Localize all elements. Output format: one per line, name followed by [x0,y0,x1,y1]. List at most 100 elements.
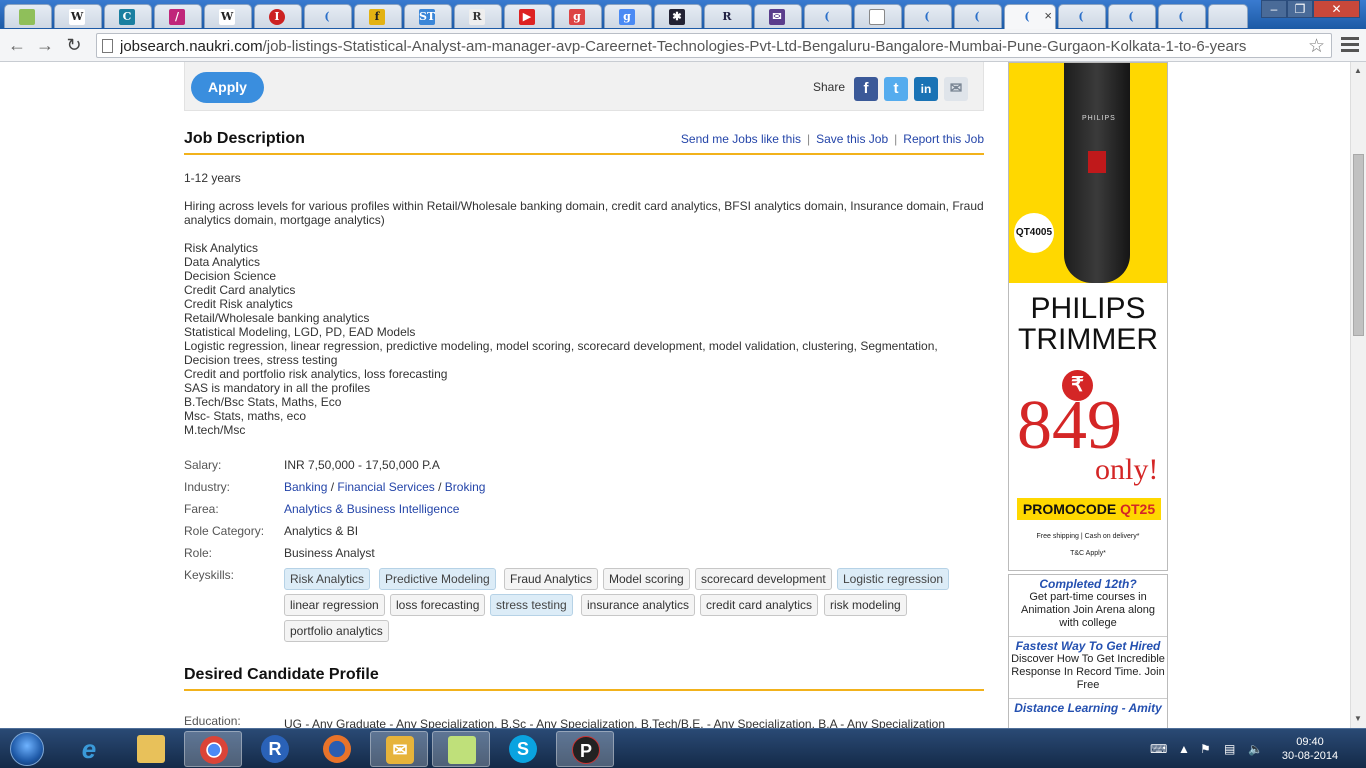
keyboard-icon[interactable]: ⌨ [1150,742,1167,756]
tab-info[interactable]: I [254,4,302,28]
keyskill-chip[interactable]: Predictive Modeling [379,568,496,590]
keyskill-chip[interactable]: portfolio analytics [284,620,389,642]
report-job-link[interactable]: Report this Job [903,132,984,146]
tab-maps[interactable] [4,4,52,28]
philips-trimmer-ad[interactable]: PHILIPS QT4005 PHILIPS TRIMMER ₹ 849 onl… [1008,62,1168,571]
keyskill-chip[interactable]: stress testing [490,594,573,616]
forward-arrow-icon[interactable]: → [34,34,56,56]
scrollbar-thumb[interactable] [1353,154,1364,336]
requirement-line: Retail/Wholesale banking analytics [184,311,370,325]
show-hidden-icons[interactable]: ▲ [1178,742,1190,756]
address-bar[interactable]: jobsearch.naukri.com/job-listings-Statis… [96,33,1332,58]
apply-button[interactable]: Apply [191,72,264,103]
taskbar-ie[interactable]: e [60,731,118,767]
url-text[interactable]: jobsearch.naukri.com/job-listings-Statis… [120,38,1306,55]
mail-app-icon: ✉ [386,736,414,764]
taskbar-outlook[interactable]: ✉ [370,731,428,767]
windows-taskbar: e R ✉ S P ⌨ ▲ ⚑ ▤ 🔈 09:40 30-08-2014 [0,728,1366,768]
keyskill-chip[interactable]: Risk Analytics [284,568,371,590]
keyskill-chip[interactable]: linear regression [284,594,385,616]
tab-pen[interactable]: / [154,4,202,28]
text-ad[interactable]: Fastest Way To Get Hired Discover How To… [1009,636,1167,698]
facebook-icon[interactable]: f [854,77,878,101]
taskbar-r[interactable]: R [246,731,304,767]
experience-text: 1-12 years [184,171,241,185]
f-site-icon: f [369,9,385,25]
education-value: UG - Any Graduate - Any Specialization, … [284,717,946,728]
taskbar-explorer[interactable] [122,731,180,767]
tab-st[interactable]: ST [404,4,452,28]
industry-link-financial-services[interactable]: Financial Services [337,480,434,494]
reload-icon[interactable]: ↻ [63,34,85,56]
twitter-icon[interactable]: t [884,77,908,101]
start-button[interactable] [2,730,52,768]
send-me-jobs-link[interactable]: Send me Jobs like this [681,132,801,146]
network-icon[interactable]: ▤ [1224,742,1235,756]
r-logo-icon: R [722,10,732,23]
text-ad-heading[interactable]: Fastest Way To Get Hired [1011,639,1165,653]
keyskill-chip[interactable]: risk modeling [824,594,907,616]
requirement-line: Credit Card analytics [184,283,296,297]
new-tab-button[interactable] [1208,4,1248,28]
tab-loading[interactable]: ( [304,4,352,28]
action-center-icon[interactable]: ⚑ [1200,742,1211,756]
google-icon: g [619,9,635,25]
tab-gear[interactable]: ✱ [654,4,702,28]
tab-naukri-5[interactable]: ( [1108,4,1156,28]
tab-naukri-1[interactable]: ( [804,4,852,28]
page-icon [869,9,885,25]
linkedin-icon[interactable]: in [914,77,938,101]
tab-mail[interactable]: ✉ [754,4,802,28]
keyskill-chip[interactable]: Logistic regression [837,568,950,590]
close-tab-icon[interactable]: × [1044,8,1052,23]
minimize-button[interactable]: – [1261,0,1287,18]
keyskill-chip[interactable]: scorecard development [695,568,832,590]
tab-naukri-3[interactable]: ( [954,4,1002,28]
chrome-menu-icon[interactable] [1341,35,1359,55]
close-window-button[interactable]: ✕ [1313,0,1360,18]
keyskill-chip[interactable]: insurance analytics [581,594,696,616]
text-ad-heading[interactable]: Completed 12th? [1011,577,1165,591]
taskbar-p-app[interactable]: P [556,731,614,767]
email-icon[interactable]: ✉ [944,77,968,101]
tab-c[interactable]: C [104,4,152,28]
tab-blank[interactable] [854,4,902,28]
text-ad-heading[interactable]: Distance Learning - Amity [1011,701,1165,715]
tab-naukri-active[interactable]: (× [1004,4,1056,29]
tab-wikipedia-2[interactable]: W [204,4,252,28]
tab-r[interactable]: R [454,4,502,28]
back-arrow-icon[interactable]: ← [6,34,28,56]
scroll-up-icon[interactable]: ▲ [1354,66,1362,75]
keyskill-chip[interactable]: loss forecasting [390,594,486,616]
keyskill-chip[interactable]: Fraud Analytics [504,568,599,590]
tab-f[interactable]: f [354,4,402,28]
keyskill-chip[interactable]: credit card analytics [700,594,819,616]
tab-wikipedia-1[interactable]: W [54,4,102,28]
scroll-down-icon[interactable]: ▼ [1354,714,1362,723]
tab-g-audio[interactable]: g [554,4,602,28]
taskbar-firefox[interactable] [308,731,366,767]
maximize-button[interactable]: ❐ [1287,0,1313,18]
industry-link-broking[interactable]: Broking [445,480,486,494]
tab-naukri-6[interactable]: ( [1158,4,1206,28]
tab-r2[interactable]: R [704,4,752,28]
tab-naukri-2[interactable]: ( [904,4,952,28]
bookmark-star-icon[interactable]: ☆ [1308,35,1325,58]
taskbar-chrome[interactable] [184,731,242,767]
tab-naukri-4[interactable]: ( [1058,4,1106,28]
farea-link[interactable]: Analytics & Business Intelligence [284,502,459,516]
tab-google[interactable]: g [604,4,652,28]
c-site-icon: C [119,9,135,25]
text-ad[interactable]: Completed 12th? Get part-time courses in… [1009,575,1167,636]
taskbar-notes[interactable] [432,731,490,767]
volume-icon[interactable]: 🔈 [1248,742,1263,756]
system-clock[interactable]: 09:40 30-08-2014 [1272,735,1348,763]
taskbar-skype[interactable]: S [494,731,552,767]
education-label: Education: [184,714,241,728]
save-job-link[interactable]: Save this Job [816,132,888,146]
vertical-scrollbar[interactable]: ▲ ▼ [1350,62,1366,728]
tab-youtube[interactable]: ▶ [504,4,552,28]
keyskill-chip[interactable]: Model scoring [603,568,690,590]
industry-link-banking[interactable]: Banking [284,480,327,494]
text-ad[interactable]: Distance Learning - Amity [1009,698,1167,721]
